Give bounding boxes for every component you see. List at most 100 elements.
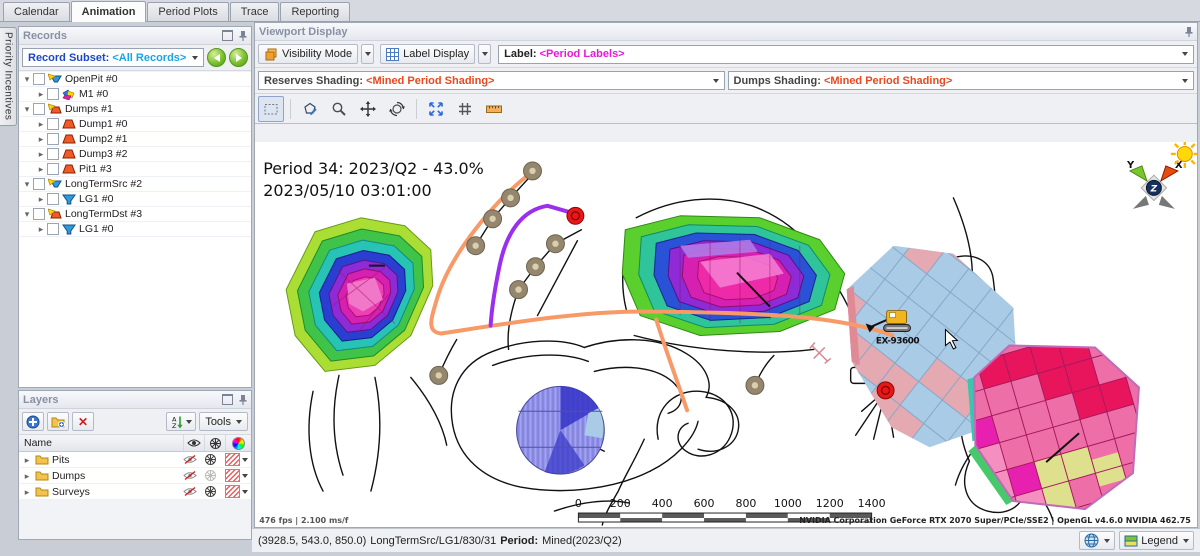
visibility-column-header[interactable] — [183, 435, 204, 451]
layer-visibility-toggle[interactable] — [179, 486, 200, 497]
collapse-icon[interactable]: ▾ — [22, 179, 32, 189]
delete-layer-button[interactable]: ✕ — [72, 412, 94, 431]
collapse-icon[interactable]: ▾ — [22, 209, 32, 219]
label-display-button[interactable]: Label Display — [380, 44, 475, 64]
tools-button[interactable]: Tools — [199, 412, 248, 431]
restore-icon[interactable] — [222, 30, 233, 41]
layer-visibility-toggle[interactable] — [179, 454, 200, 465]
expand-icon[interactable]: ▸ — [22, 471, 32, 481]
tree-row-lg1-dst[interactable]: ▸ LG1 #0 — [19, 222, 251, 237]
pin-icon[interactable] — [239, 31, 247, 41]
tab-period-plots[interactable]: Period Plots — [147, 2, 228, 21]
layers-header-row: Name — [19, 435, 251, 452]
tab-trace[interactable]: Trace — [230, 2, 280, 21]
expand-icon[interactable]: ▸ — [36, 134, 46, 144]
color-column-header[interactable] — [225, 435, 251, 451]
zoom-extents-button[interactable] — [423, 96, 449, 122]
tools-label: Tools — [205, 416, 231, 428]
tree-row-m1[interactable]: ▸ M1 #0 — [19, 87, 251, 102]
tree-row-pit1[interactable]: ▸ Pit1 #3 — [19, 162, 251, 177]
checkbox[interactable] — [47, 223, 59, 235]
viewport-canvas[interactable]: EX-93600 Period 34: 2023/Q2 - 43.0% 2023… — [255, 142, 1197, 527]
sort-button[interactable]: AZ — [166, 412, 196, 431]
chevron-down-icon — [242, 458, 248, 462]
layer-freeze-toggle[interactable] — [200, 485, 221, 498]
reserves-shading-combo[interactable]: Reserves Shading: <Mined Period Shading> — [258, 71, 725, 90]
pin-icon[interactable] — [1185, 27, 1193, 37]
globe-icon — [1084, 533, 1099, 548]
checkbox[interactable] — [33, 73, 45, 85]
tab-priority-incentives[interactable]: Priority Incentives — [0, 27, 17, 126]
layer-row-pits[interactable]: ▸ Pits — [19, 452, 251, 468]
checkbox[interactable] — [47, 118, 59, 130]
previous-record-button[interactable] — [207, 48, 226, 67]
checkbox[interactable] — [33, 208, 45, 220]
layers-panel-title: Layers — [23, 394, 58, 406]
tree-row-longtermsrc[interactable]: ▾ LongTermSrc #2 — [19, 177, 251, 192]
checkbox[interactable] — [33, 103, 45, 115]
visibility-mode-button[interactable]: Visibility Mode — [258, 44, 358, 64]
tree-row-dumps[interactable]: ▾ Dumps #1 — [19, 102, 251, 117]
name-column-header[interactable]: Name — [19, 437, 183, 449]
layer-row-surveys[interactable]: ▸ Surveys — [19, 484, 251, 500]
checkbox[interactable] — [33, 178, 45, 190]
orbit-tool-button[interactable] — [384, 96, 410, 122]
collapse-icon[interactable]: ▾ — [22, 104, 32, 114]
freeze-column-header[interactable] — [204, 435, 225, 451]
record-subset-combo[interactable]: Record Subset: <All Records> — [22, 48, 204, 67]
tree-row-openpit[interactable]: ▾ OpenPit #0 — [19, 72, 251, 87]
measure-tool-button[interactable] — [481, 96, 507, 122]
expand-icon[interactable]: ▸ — [36, 164, 46, 174]
checkbox[interactable] — [47, 148, 59, 160]
tree-row-lg1-src[interactable]: ▸ LG1 #0 — [19, 192, 251, 207]
checkbox[interactable] — [47, 163, 59, 175]
checkbox[interactable] — [47, 193, 59, 205]
zoom-tool-button[interactable] — [326, 96, 352, 122]
visibility-mode-dropdown[interactable] — [361, 44, 374, 64]
layer-row-dumps[interactable]: ▸ Dumps — [19, 468, 251, 484]
layer-color-picker[interactable] — [221, 469, 251, 482]
expand-icon[interactable]: ▸ — [36, 149, 46, 159]
collapse-icon[interactable]: ▾ — [22, 74, 32, 84]
tree-row-longtermdst[interactable]: ▾ LongTermDst #3 — [19, 207, 251, 222]
scale-tick-label: 200 — [610, 497, 631, 510]
label-display-dropdown[interactable] — [478, 44, 491, 64]
checkbox[interactable] — [47, 133, 59, 145]
expand-icon[interactable]: ▸ — [36, 194, 46, 204]
label-combo[interactable]: Label: <Period Labels> — [498, 45, 1194, 64]
restore-icon[interactable] — [222, 394, 233, 405]
expand-icon[interactable]: ▸ — [36, 119, 46, 129]
pit-group-icon — [48, 73, 62, 85]
records-toolbar: Record Subset: <All Records> — [19, 45, 251, 71]
dumps-shading-combo[interactable]: Dumps Shading: <Mined Period Shading> — [728, 71, 1195, 90]
layer-color-picker[interactable] — [221, 453, 251, 466]
layer-freeze-toggle[interactable] — [200, 453, 221, 466]
expand-icon[interactable]: ▸ — [36, 224, 46, 234]
tab-animation[interactable]: Animation — [71, 1, 147, 22]
tree-row-dump2[interactable]: ▸ Dump2 #1 — [19, 132, 251, 147]
add-layer-button[interactable] — [22, 412, 44, 431]
select-tool-button[interactable] — [258, 96, 284, 122]
expand-icon[interactable]: ▸ — [36, 89, 46, 99]
expand-icon[interactable]: ▸ — [22, 455, 32, 465]
chevron-down-icon — [1182, 52, 1188, 56]
pan-tool-button[interactable] — [355, 96, 381, 122]
layer-visibility-toggle[interactable] — [179, 470, 200, 481]
tab-calendar[interactable]: Calendar — [3, 2, 70, 21]
layer-freeze-toggle[interactable] — [200, 469, 221, 482]
layer-color-picker[interactable] — [221, 485, 251, 498]
tree-row-label: Dump1 #0 — [79, 118, 127, 130]
axis-triad[interactable]: Y X Z — [1126, 160, 1183, 209]
add-folder-button[interactable] — [47, 412, 69, 431]
tab-reporting[interactable]: Reporting — [280, 2, 350, 21]
next-record-button[interactable] — [229, 48, 248, 67]
grid-toggle-button[interactable] — [452, 96, 478, 122]
expand-icon[interactable]: ▸ — [22, 487, 32, 497]
tree-row-dump3[interactable]: ▸ Dump3 #2 — [19, 147, 251, 162]
legend-button[interactable]: Legend — [1119, 531, 1194, 550]
globe-options-button[interactable] — [1079, 531, 1115, 550]
pin-icon[interactable] — [239, 395, 247, 405]
polygon-select-button[interactable] — [297, 96, 323, 122]
checkbox[interactable] — [47, 88, 59, 100]
tree-row-dump1[interactable]: ▸ Dump1 #0 — [19, 117, 251, 132]
